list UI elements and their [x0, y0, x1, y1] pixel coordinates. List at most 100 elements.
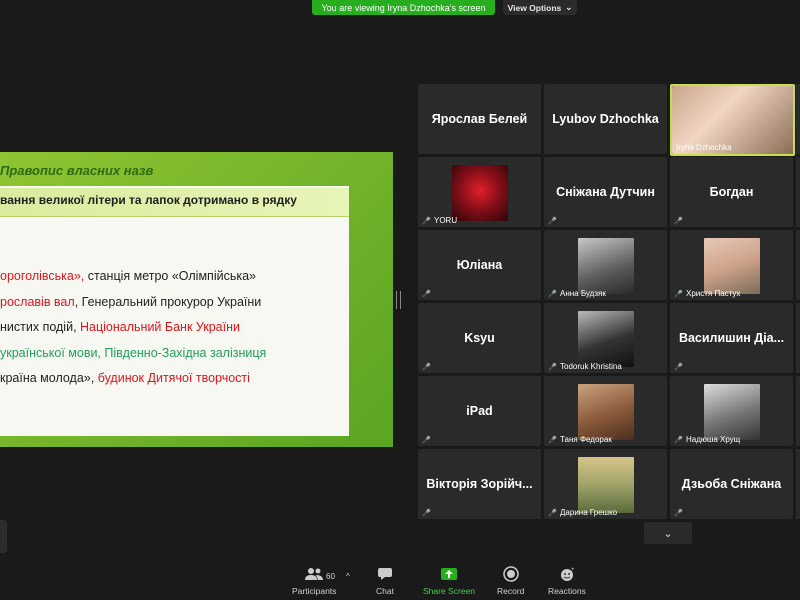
gallery-edge-tile [796, 376, 800, 446]
participant-name: Lyubov Dzhochka [552, 112, 659, 126]
participant-tile[interactable]: Вікторія Зорійч... 🎤 [418, 449, 541, 519]
participant-tile[interactable]: Дарина Грешко 🎤 [544, 449, 667, 519]
participant-name: Юліана [456, 258, 503, 272]
gallery-next-page-button[interactable]: ⌄ [644, 522, 692, 544]
gallery-edge-tile [796, 449, 800, 519]
record-label: Record [497, 586, 525, 596]
chat-icon [377, 566, 393, 582]
chevron-down-icon: ⌄ [565, 2, 573, 12]
muted-mic-icon: 🎤 [674, 364, 683, 371]
participant-tile[interactable]: Iryna Dzhochka [670, 84, 795, 156]
muted-mic-icon: 🎤 [548, 364, 557, 371]
slide-subtitle-bar: вання великої літери та лапок дотримано … [0, 188, 349, 217]
gallery-edge-tile [796, 84, 800, 154]
slide-text-segment: станція метро «Олімпійська» [84, 269, 256, 283]
muted-mic-icon: 🎤 [422, 218, 431, 225]
slide-text-segment: рославів вал [0, 295, 75, 309]
slide-text-segment: країна молода», [0, 371, 98, 385]
slide-text-segment: , Генеральний прокурор України [74, 295, 262, 309]
gallery-edge-tile [796, 303, 800, 373]
participant-tile[interactable]: Todoruk Khristina 🎤 [544, 303, 667, 373]
participant-tile[interactable]: Таня Федорак 🎤 [544, 376, 667, 446]
participant-tile[interactable]: Анна Будзяк 🎤 [544, 230, 667, 300]
slide-subtitle: вання великої літери та лапок дотримано … [0, 193, 297, 207]
participant-tile[interactable]: Василишин Діа... 🎤 [670, 303, 793, 373]
participant-tile[interactable]: Ярослав Белей [418, 84, 541, 154]
muted-mic-icon: 🎤 [674, 510, 683, 517]
participant-video [578, 384, 634, 440]
slide-content-area [0, 186, 349, 436]
participant-caption: Todoruk Khristina [560, 362, 622, 371]
participant-video [578, 457, 634, 513]
muted-mic-icon: 🎤 [422, 510, 431, 517]
participant-caption: Надюша Хрущ [686, 435, 741, 444]
participant-caption: Дарина Грешко [560, 508, 618, 517]
view-options-label: View Options [507, 2, 562, 13]
viewing-banner-text: You are viewing Iryna Dzhochka's screen [321, 2, 486, 13]
participants-button[interactable]: Participants [292, 566, 336, 596]
participant-tile[interactable]: iPad 🎤 [418, 376, 541, 446]
participant-video [704, 384, 760, 440]
participant-video [578, 311, 634, 367]
participant-name: Вікторія Зорійч... [426, 477, 533, 491]
participant-tile[interactable]: YORU 🎤 [418, 157, 541, 227]
muted-mic-icon: 🎤 [422, 291, 431, 298]
slide-text-segment: нистих подій, [0, 320, 81, 334]
slide-text-segment: ороголівська», [0, 269, 85, 283]
gallery-edge-tile [796, 230, 800, 300]
participant-tile[interactable]: Дзьоба Сніжана 🎤 [670, 449, 793, 519]
muted-mic-icon: 🎤 [674, 437, 683, 444]
participant-caption: Iryna Dzhochka [676, 143, 732, 152]
muted-mic-icon: 🎤 [674, 218, 683, 225]
participant-name: Богдан [709, 185, 754, 199]
reactions-icon: + [559, 566, 575, 582]
muted-mic-icon: 🎤 [422, 437, 431, 444]
participant-name: Ksyu [464, 331, 495, 345]
participant-tile[interactable]: Ksyu 🎤 [418, 303, 541, 373]
participant-name: Ярослав Белей [431, 112, 528, 126]
slide-text-line: української мови, Південно-Західна заліз… [0, 346, 266, 360]
gallery-edge-tile [796, 157, 800, 227]
chevron-down-icon: ⌄ [663, 527, 673, 540]
side-panel-tab[interactable] [0, 520, 7, 553]
muted-mic-icon: 🎤 [548, 510, 557, 517]
svg-text:+: + [571, 567, 575, 573]
participant-tile[interactable]: Сніжана Дутчин 🎤 [544, 157, 667, 227]
muted-mic-icon: 🎤 [422, 364, 431, 371]
share-screen-label: Share Screen [423, 586, 475, 596]
slide-text-segment: будинок Дитячої творчості [97, 371, 250, 385]
participant-name: Сніжана Дутчин [556, 185, 655, 199]
participant-video [704, 238, 760, 294]
participant-caption: YORU [434, 216, 458, 225]
participant-tile[interactable]: Lyubov Dzhochka [544, 84, 667, 154]
participant-caption: Христя Пастух [686, 289, 741, 298]
slide-title: Правопис власних назв [0, 163, 154, 178]
reactions-button[interactable]: + Reactions [548, 566, 586, 596]
participants-icon [304, 566, 324, 582]
participant-name: Василишин Діа... [678, 331, 785, 345]
muted-mic-icon: 🎤 [548, 437, 557, 444]
reactions-label: Reactions [548, 586, 586, 596]
participant-tile[interactable]: Христя Пастух 🎤 [670, 230, 793, 300]
participant-tile[interactable]: Надюша Хрущ 🎤 [670, 376, 793, 446]
record-button[interactable]: Record [497, 566, 524, 596]
slide-text-line: нистих подій, Національний Банк України [0, 320, 240, 334]
share-screen-button[interactable]: Share Screen [423, 566, 475, 596]
chevron-up-icon[interactable]: ^ [346, 572, 350, 581]
share-screen-icon [440, 566, 458, 582]
muted-mic-icon: 🎤 [548, 291, 557, 298]
muted-mic-icon: 🎤 [548, 218, 557, 225]
muted-mic-icon: 🎤 [674, 291, 683, 298]
participant-tile[interactable]: Юліана 🎤 [418, 230, 541, 300]
participant-name: Дзьоба Сніжана [681, 477, 782, 491]
participant-video [452, 165, 508, 221]
slide-text-line: країна молода», будинок Дитячої творчост… [0, 371, 250, 385]
view-options-button[interactable]: View Options ⌄ [503, 0, 577, 15]
participant-tile[interactable]: Богдан 🎤 [670, 157, 793, 227]
participant-video [578, 238, 634, 294]
viewing-banner: You are viewing Iryna Dzhochka's screen [312, 0, 495, 15]
split-resize-handle[interactable] [396, 291, 401, 309]
slide-text-segment: української мови, Південно-Західна заліз… [0, 346, 267, 360]
chat-button[interactable]: Chat [376, 566, 394, 596]
slide-text-line: рославів вал, Генеральний прокурор Украї… [0, 295, 261, 309]
